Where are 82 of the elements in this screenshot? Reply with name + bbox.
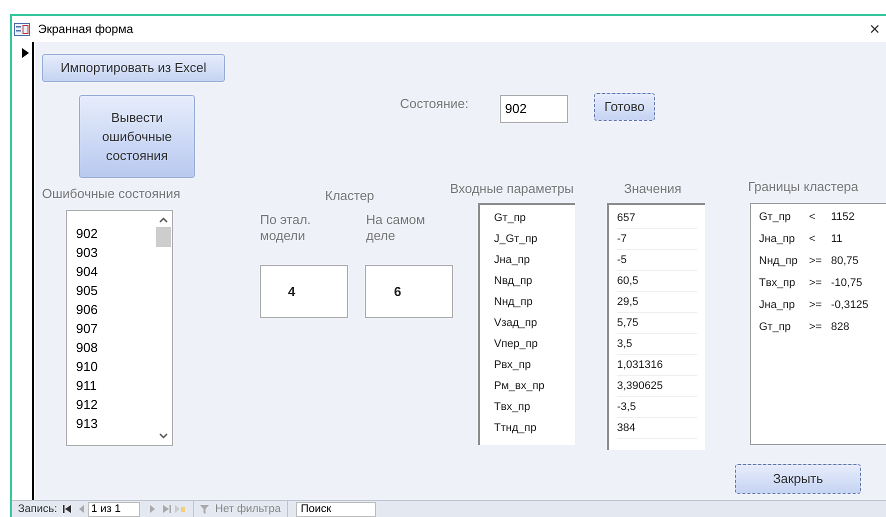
parameter-value: -3,5 — [617, 397, 697, 418]
cluster-label: Кластер — [325, 188, 374, 204]
list-item[interactable]: 910 — [76, 357, 155, 376]
filter-icon — [200, 504, 210, 514]
record-label: Запись: — [18, 502, 58, 517]
bound-parameter: Gт_пр — [759, 210, 792, 225]
parameter-value: 60,5 — [617, 271, 697, 292]
import-button[interactable]: Импортировать из Excel — [42, 54, 225, 82]
parameter-name: Jна_пр — [494, 253, 531, 268]
bound-operator: < — [808, 210, 816, 225]
previous-record-icon[interactable] — [79, 505, 84, 513]
bound-parameter: Jна_пр — [759, 298, 796, 313]
bound-operator: >= — [808, 320, 823, 335]
inputs-label: Входные параметры — [450, 181, 574, 198]
parameter-value: 5,75 — [617, 313, 697, 334]
bound-value: 11 — [831, 232, 842, 247]
parameter-value: -5 — [617, 250, 697, 271]
search-field[interactable]: Поиск — [296, 502, 376, 516]
bound-operator: >= — [808, 276, 823, 291]
form-icon — [14, 22, 30, 36]
list-item[interactable]: 903 — [76, 243, 155, 262]
list-item[interactable]: 912 — [76, 395, 155, 414]
bound-value: -10,75 — [831, 276, 862, 291]
list-item[interactable]: 905 — [76, 281, 155, 300]
parameter-name: Tвх_пр — [494, 400, 532, 415]
parameter-name: Gт_пр — [494, 211, 527, 226]
bound-value: -0,3125 — [831, 298, 868, 313]
last-record-icon[interactable] — [163, 505, 172, 513]
list-item[interactable]: 907 — [76, 319, 155, 338]
done-button[interactable]: Готово — [594, 93, 655, 121]
close-form-button[interactable]: Закрыть — [735, 464, 861, 494]
bound-value: 80,75 — [831, 254, 859, 269]
window-title: Экранная форма — [38, 21, 134, 38]
record-position-field[interactable]: 1 из 1 — [88, 502, 140, 516]
scroll-down-icon — [159, 433, 168, 439]
actual-cluster-field[interactable]: 6 — [365, 265, 453, 318]
list-item[interactable]: 908 — [76, 338, 155, 357]
values-label: Значения — [624, 181, 682, 198]
bound-parameter: Gт_пр — [759, 320, 792, 335]
bound-parameter: Tвх_пр — [759, 276, 796, 291]
close-button[interactable]: × — [869, 20, 880, 38]
parameter-name: Tтнд_пр — [494, 421, 538, 436]
bound-value: 828 — [831, 320, 850, 335]
parameter-name: Nвд_пр — [494, 274, 534, 289]
parameter-name: Pвх_пр — [494, 358, 532, 373]
show-errors-button[interactable]: Вывести ошибочные состояния — [79, 95, 195, 178]
parameter-name: Nнд_пр — [494, 295, 534, 310]
parameter-value: 1,031316 — [617, 355, 697, 376]
list-item[interactable]: 911 — [76, 376, 155, 395]
list-item[interactable]: 906 — [76, 300, 155, 319]
parameter-name: Vзад_пр — [494, 316, 538, 331]
parameter-value: -7 — [617, 229, 697, 250]
reference-label: По этал. модели — [260, 212, 312, 244]
bound-parameter: Nнд_пр — [759, 254, 799, 269]
parameter-name: Pм_вх_пр — [494, 379, 546, 394]
actual-label: На самом деле — [366, 212, 426, 244]
parameter-value: 3,5 — [617, 334, 697, 355]
list-item[interactable]: 913 — [76, 414, 155, 433]
scroll-thumb[interactable] — [156, 227, 171, 247]
next-record-icon[interactable] — [150, 505, 156, 513]
bound-operator: >= — [808, 298, 823, 313]
first-record-icon[interactable] — [63, 505, 72, 513]
parameter-value: 657 — [617, 208, 697, 229]
list-item[interactable]: 902 — [76, 224, 155, 243]
parameter-name: Vпер_пр — [494, 337, 539, 352]
parameter-name: J_Gт_пр — [494, 232, 538, 247]
error-states-label: Ошибочные состояния — [42, 186, 180, 202]
state-label: Состояние: — [400, 96, 468, 112]
bound-parameter: Jна_пр — [759, 232, 796, 247]
parameter-value: 3,390625 — [617, 376, 697, 397]
state-field[interactable]: 902 — [500, 95, 568, 123]
bounds-label: Границы кластера — [748, 179, 858, 196]
scroll-up-icon — [159, 217, 168, 223]
reference-cluster-field[interactable]: 4 — [260, 265, 348, 318]
record-selector-icon — [22, 48, 29, 58]
list-item[interactable]: 904 — [76, 262, 155, 281]
bound-operator: < — [808, 232, 816, 247]
new-record-icon[interactable] — [175, 505, 186, 513]
bound-operator: >= — [808, 254, 823, 269]
bound-value: 1152 — [831, 210, 855, 225]
parameter-value: 29,5 — [617, 292, 697, 313]
parameter-value: 384 — [617, 418, 697, 439]
